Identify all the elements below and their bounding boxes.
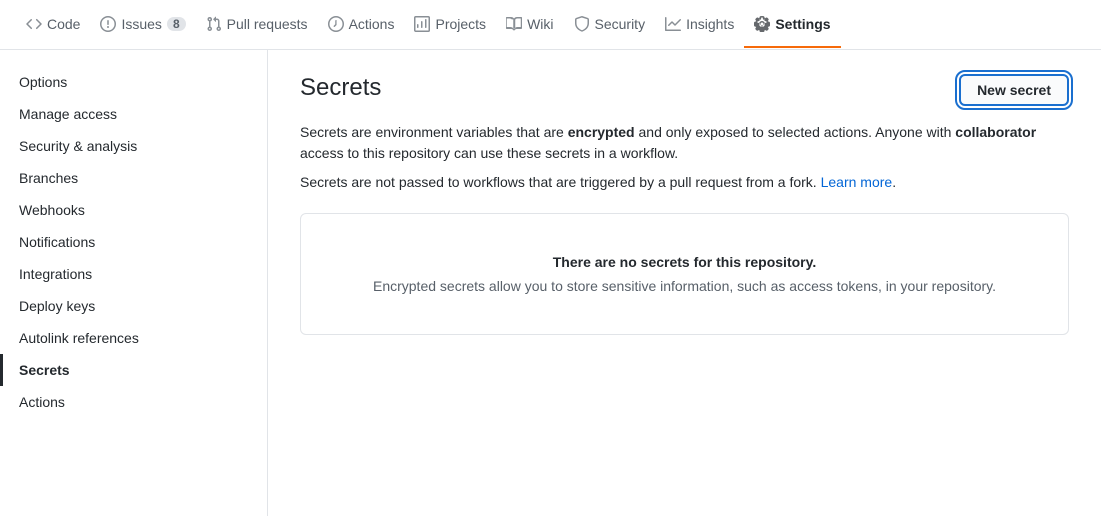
sidebar-item-integrations[interactable]: Integrations	[0, 258, 267, 290]
nav-label-settings: Settings	[775, 16, 830, 32]
sidebar-item-actions[interactable]: Actions	[0, 386, 267, 418]
encrypted-bold: encrypted	[568, 124, 635, 140]
new-secret-button[interactable]: New secret	[959, 74, 1069, 106]
nav-label-security: Security	[595, 16, 646, 32]
sidebar: Options Manage access Security & analysi…	[0, 50, 268, 516]
wiki-icon	[506, 16, 522, 32]
projects-icon	[414, 16, 430, 32]
sidebar-item-branches[interactable]: Branches	[0, 162, 267, 194]
nav-item-issues[interactable]: Issues 8	[90, 2, 195, 48]
sidebar-item-options[interactable]: Options	[0, 66, 267, 98]
main-content: Secrets New secret Secrets are environme…	[268, 50, 1101, 516]
empty-box-desc: Encrypted secrets allow you to store sen…	[321, 278, 1048, 294]
issues-badge: 8	[167, 17, 186, 31]
page-title: Secrets	[300, 74, 381, 102]
learn-more-link[interactable]: Learn more	[821, 174, 893, 190]
nav-label-projects: Projects	[435, 16, 486, 32]
layout: Options Manage access Security & analysi…	[0, 50, 1101, 516]
code-icon	[26, 16, 42, 32]
description-text: Secrets are environment variables that a…	[300, 122, 1069, 164]
nav-label-actions: Actions	[349, 16, 395, 32]
actions-icon	[328, 16, 344, 32]
page-header: Secrets New secret	[300, 74, 1069, 106]
nav-item-settings[interactable]: Settings	[744, 2, 840, 48]
nav-item-projects[interactable]: Projects	[404, 2, 496, 48]
nav-label-issues: Issues	[121, 16, 161, 32]
sidebar-item-autolink-references[interactable]: Autolink references	[0, 322, 267, 354]
sidebar-item-webhooks[interactable]: Webhooks	[0, 194, 267, 226]
sidebar-item-manage-access[interactable]: Manage access	[0, 98, 267, 130]
learn-more-text: Secrets are not passed to workflows that…	[300, 172, 1069, 193]
insights-icon	[665, 16, 681, 32]
nav-item-pull-requests[interactable]: Pull requests	[196, 2, 318, 48]
nav-item-actions[interactable]: Actions	[318, 2, 405, 48]
collaborator-bold: collaborator	[955, 124, 1036, 140]
sidebar-item-security-analysis[interactable]: Security & analysis	[0, 130, 267, 162]
nav-item-code[interactable]: Code	[16, 2, 90, 48]
sidebar-item-deploy-keys[interactable]: Deploy keys	[0, 290, 267, 322]
nav-label-insights: Insights	[686, 16, 734, 32]
security-icon	[574, 16, 590, 32]
empty-secrets-box: There are no secrets for this repository…	[300, 213, 1069, 335]
sidebar-item-secrets[interactable]: Secrets	[0, 354, 267, 386]
nav-item-insights[interactable]: Insights	[655, 2, 744, 48]
nav-label-pull-requests: Pull requests	[227, 16, 308, 32]
empty-box-title: There are no secrets for this repository…	[321, 254, 1048, 270]
settings-icon	[754, 16, 770, 32]
top-nav: Code Issues 8 Pull requests Actions	[0, 0, 1101, 50]
nav-item-security[interactable]: Security	[564, 2, 656, 48]
nav-label-code: Code	[47, 16, 80, 32]
issues-icon	[100, 16, 116, 32]
nav-label-wiki: Wiki	[527, 16, 553, 32]
sidebar-item-notifications[interactable]: Notifications	[0, 226, 267, 258]
nav-item-wiki[interactable]: Wiki	[496, 2, 563, 48]
pull-request-icon	[206, 16, 222, 32]
